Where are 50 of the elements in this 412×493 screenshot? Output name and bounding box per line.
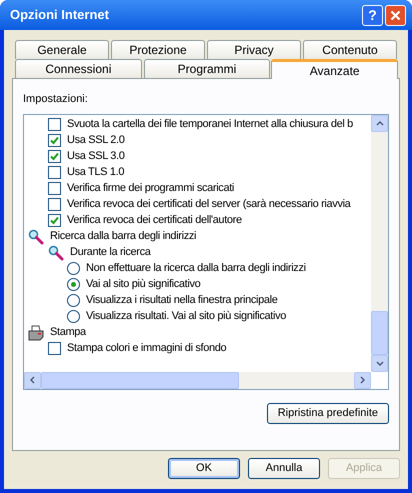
radio-button[interactable] [67,294,80,307]
option-label: Verifica revoca dei certificati dell'autore [67,213,242,228]
tab[interactable]: Contenuto [303,40,397,59]
checkbox[interactable] [48,150,61,163]
magnifier-icon [48,244,64,260]
radio-button[interactable] [67,262,80,275]
option-label: Usa TLS 1.0 [67,165,124,180]
checkbox[interactable] [48,214,61,227]
horizontal-scrollbar[interactable] [24,372,371,388]
tab[interactable]: Connessioni [15,59,142,78]
category-label: Stampa [50,325,86,340]
checkbox[interactable] [48,182,61,195]
option-label: Stampa colori e immagini di sfondo [67,341,226,356]
tab[interactable]: Avanzate [271,59,398,79]
option-label: Usa SSL 3.0 [67,149,124,164]
tab[interactable]: Generale [15,40,109,59]
checkbox[interactable] [48,118,61,131]
radio-button[interactable] [67,310,80,323]
category-label: Durante la ricerca [70,245,151,260]
window-title: Opzioni Internet [9,6,110,24]
checkbox[interactable] [48,166,61,179]
checkbox[interactable] [48,342,61,355]
option-label: Usa SSL 2.0 [67,133,124,148]
option-label: Visualizza risultati. Vai al sito più significativo [86,309,286,324]
option-label: Verifica revoca dei certificati del server (sarà necessario riavvia [67,197,350,212]
option-label: Svuota la cartella dei file temporanei Internet alla chiusura del b [67,117,353,132]
help-button[interactable]: ? [362,4,383,26]
checkbox[interactable] [48,198,61,211]
option-label: Visualizza i risultati nella finestra principale [86,293,278,308]
settings-list[interactable] [23,114,389,390]
magnifier-icon [28,228,44,244]
tab[interactable]: Privacy [207,40,301,59]
restore-defaults-button[interactable]: Ripristina predefinite [266,402,389,424]
close-button[interactable] [385,4,406,26]
dialog-button[interactable]: Annulla [248,458,320,479]
vertical-scrollbar[interactable] [371,114,388,372]
category-label: Ricerca dalla barra degli indirizzi [50,229,196,244]
option-label: Vai al sito più significativo [86,277,200,292]
dialog-button[interactable]: OK [168,458,240,479]
option-label: Verifica firme dei programmi scaricati [67,181,234,196]
scrollbar-thumb[interactable] [41,372,239,388]
tab[interactable]: Protezione [111,40,205,59]
tab[interactable]: Programmi [144,59,270,78]
settings-label: Impostazioni: [23,92,89,107]
scrollbar-thumb[interactable] [371,310,388,354]
printer-icon [28,324,44,340]
checkbox[interactable] [48,134,61,147]
option-label: Non effettuare la ricerca dalla barra degli indirizzi [86,261,306,276]
close-icon [390,10,401,20]
radio-button[interactable] [67,278,80,291]
